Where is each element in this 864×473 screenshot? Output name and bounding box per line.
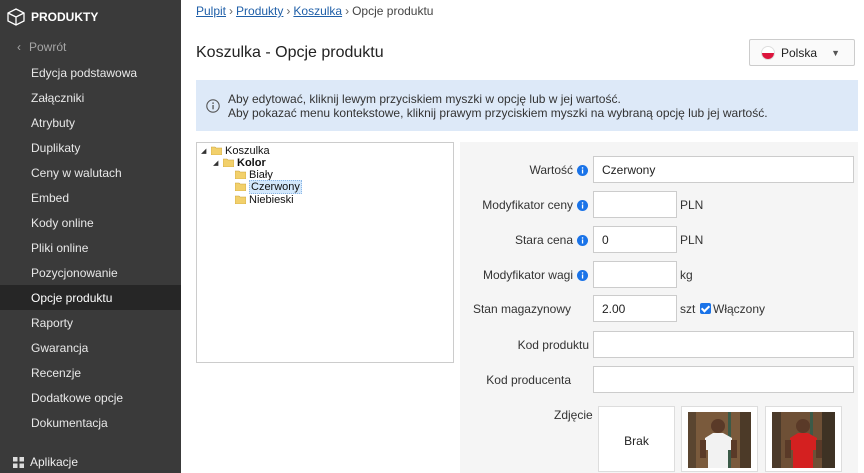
wartosc-input[interactable] [593,156,854,183]
wlaczony-checkbox[interactable] [700,303,711,314]
breadcrumb-koszulka[interactable]: Koszulka [293,4,342,18]
sidebar-item[interactable]: Recenzje [0,360,181,385]
page-title: Koszulka - Opcje produktu [196,44,384,61]
folder-icon [211,146,222,155]
sidebar: PRODUKTY ‹ Powrót Edycja podstawowa Załąc… [0,0,181,473]
stan-magazynowy-unit: szt [680,302,696,316]
row-modyfikator-ceny: Modyfikator ceny PLN [460,191,858,221]
info-box: Aby edytować, kliknij lewym przyciskiem … [196,80,858,131]
breadcrumb-pulpit[interactable]: Pulpit [196,4,226,18]
modyfikator-wagi-unit: kg [680,268,693,282]
sidebar-item[interactable]: Pliki online [0,235,181,260]
row-wartosc: Wartość [460,156,858,186]
tree-value-label: Czerwony [249,179,302,194]
language-selected: Polska [781,45,818,60]
sidebar-item[interactable]: Opcje produktu [0,285,181,310]
breadcrumb-separator: › [345,4,350,18]
sidebar-item[interactable]: Gwarancja [0,335,181,360]
kod-produktu-input[interactable] [593,331,854,358]
kod-produktu-label: Kod produktu [517,338,589,352]
breadcrumb-current: Opcje produktu [352,4,434,18]
sidebar-item[interactable]: Załączniki [0,85,181,110]
chevron-down-icon: ▼ [831,48,840,58]
box-icon [7,8,25,26]
tree-value-label: Niebieski [249,193,294,206]
modyfikator-ceny-label: Modyfikator ceny [482,198,573,212]
wartosc-label: Wartość [529,163,573,177]
sidebar-item[interactable]: Dodatkowe opcje [0,385,181,410]
sidebar-brand-label: PRODUKTY [31,10,99,24]
row-kod-producenta: Kod producenta [460,366,858,396]
info-line-2: Aby pokazać menu kontekstowe, kliknij pr… [228,105,768,120]
red-shirt-photo [772,412,835,468]
chevron-left-icon: ‹ [17,40,21,54]
photo-none-option[interactable]: Brak [598,406,675,472]
tree-group-label: Kolor [237,156,266,169]
zdjecie-label: Zdjęcie [554,408,593,422]
modyfikator-wagi-label: Modyfikator wagi [482,268,573,282]
photo-white-shirt[interactable] [681,406,758,472]
breadcrumb: Pulpit › Produkty › Koszulka › Opcje produktu [196,4,433,18]
sidebar-item[interactable]: Duplikaty [0,135,181,160]
back-link[interactable]: ‹ Powrót [0,34,181,60]
poland-flag-icon [761,45,775,60]
main-content: Pulpit › Produkty › Koszulka › Opcje produktu … [181,0,864,473]
tree-toggle-icon: ◢ [201,147,207,155]
sidebar-item[interactable]: Atrybuty [0,110,181,135]
kod-producenta-label: Kod producenta [486,373,571,387]
row-kod-produktu: Kod produktu [460,331,858,361]
apps-button[interactable]: Aplikacje [0,451,181,473]
help-icon[interactable] [577,200,588,211]
row-modyfikator-wagi: Modyfikator wagi kg [460,261,858,291]
apps-label: Aplikacje [30,455,79,469]
breadcrumb-separator: › [229,4,234,18]
breadcrumb-produkty[interactable]: Produkty [236,4,283,18]
sidebar-brand[interactable]: PRODUKTY [0,0,181,34]
sidebar-item[interactable]: Raporty [0,310,181,335]
tree-toggle-icon: ◢ [213,159,219,167]
white-shirt-photo [688,412,751,468]
tree-root-label: Koszulka [225,144,270,157]
wlaczony-label: Włączony [713,302,766,316]
stan-magazynowy-input[interactable] [593,295,677,322]
grid-icon [13,456,24,468]
row-stara-cena: Stara cena PLN [460,226,858,256]
breadcrumb-separator: › [286,4,291,18]
sidebar-menu: Edycja podstawowa Załączniki Atrybuty Dupli… [0,60,181,435]
help-icon[interactable] [577,270,588,281]
help-icon[interactable] [577,235,588,246]
stan-magazynowy-label: Stan magazynowy [472,302,571,316]
sidebar-item[interactable]: Ceny w walutach [0,160,181,185]
stara-cena-input[interactable] [593,226,677,253]
info-line-1: Aby edytować, kliknij lewym przyciskiem … [228,91,621,106]
option-form: Wartość Modyfikator ceny PLN Stara cena … [460,142,858,473]
info-icon [206,98,220,113]
language-select[interactable]: Polska ▼ [749,39,855,66]
sidebar-item[interactable]: Edycja podstawowa [0,60,181,85]
options-tree: ◢ Koszulka ◢ Kolor Biały Czerwony Niebie… [196,142,454,363]
photo-none-label: Brak [624,434,649,448]
stara-cena-label: Stara cena [514,233,573,247]
modyfikator-ceny-input[interactable] [593,191,677,218]
tree-node-value[interactable]: Niebieski [235,193,294,206]
modyfikator-wagi-input[interactable] [593,261,677,288]
sidebar-item[interactable]: Dokumentacja [0,410,181,435]
sidebar-item[interactable]: Embed [0,185,181,210]
photo-red-shirt[interactable] [765,406,842,472]
row-stan-magazynowy: Stan magazynowy szt Włączony [460,295,858,325]
folder-icon [235,182,246,191]
folder-icon [223,158,234,167]
sidebar-item[interactable]: Pozycjonowanie [0,260,181,285]
back-label: Powrót [29,40,67,54]
stara-cena-unit: PLN [680,233,704,247]
tree-node-value-selected[interactable]: Czerwony [235,179,302,194]
kod-producenta-input[interactable] [593,366,854,393]
modyfikator-ceny-unit: PLN [680,198,704,212]
sidebar-item[interactable]: Kody online [0,210,181,235]
help-icon[interactable] [577,165,588,176]
folder-icon [235,195,246,204]
folder-icon [235,170,246,179]
